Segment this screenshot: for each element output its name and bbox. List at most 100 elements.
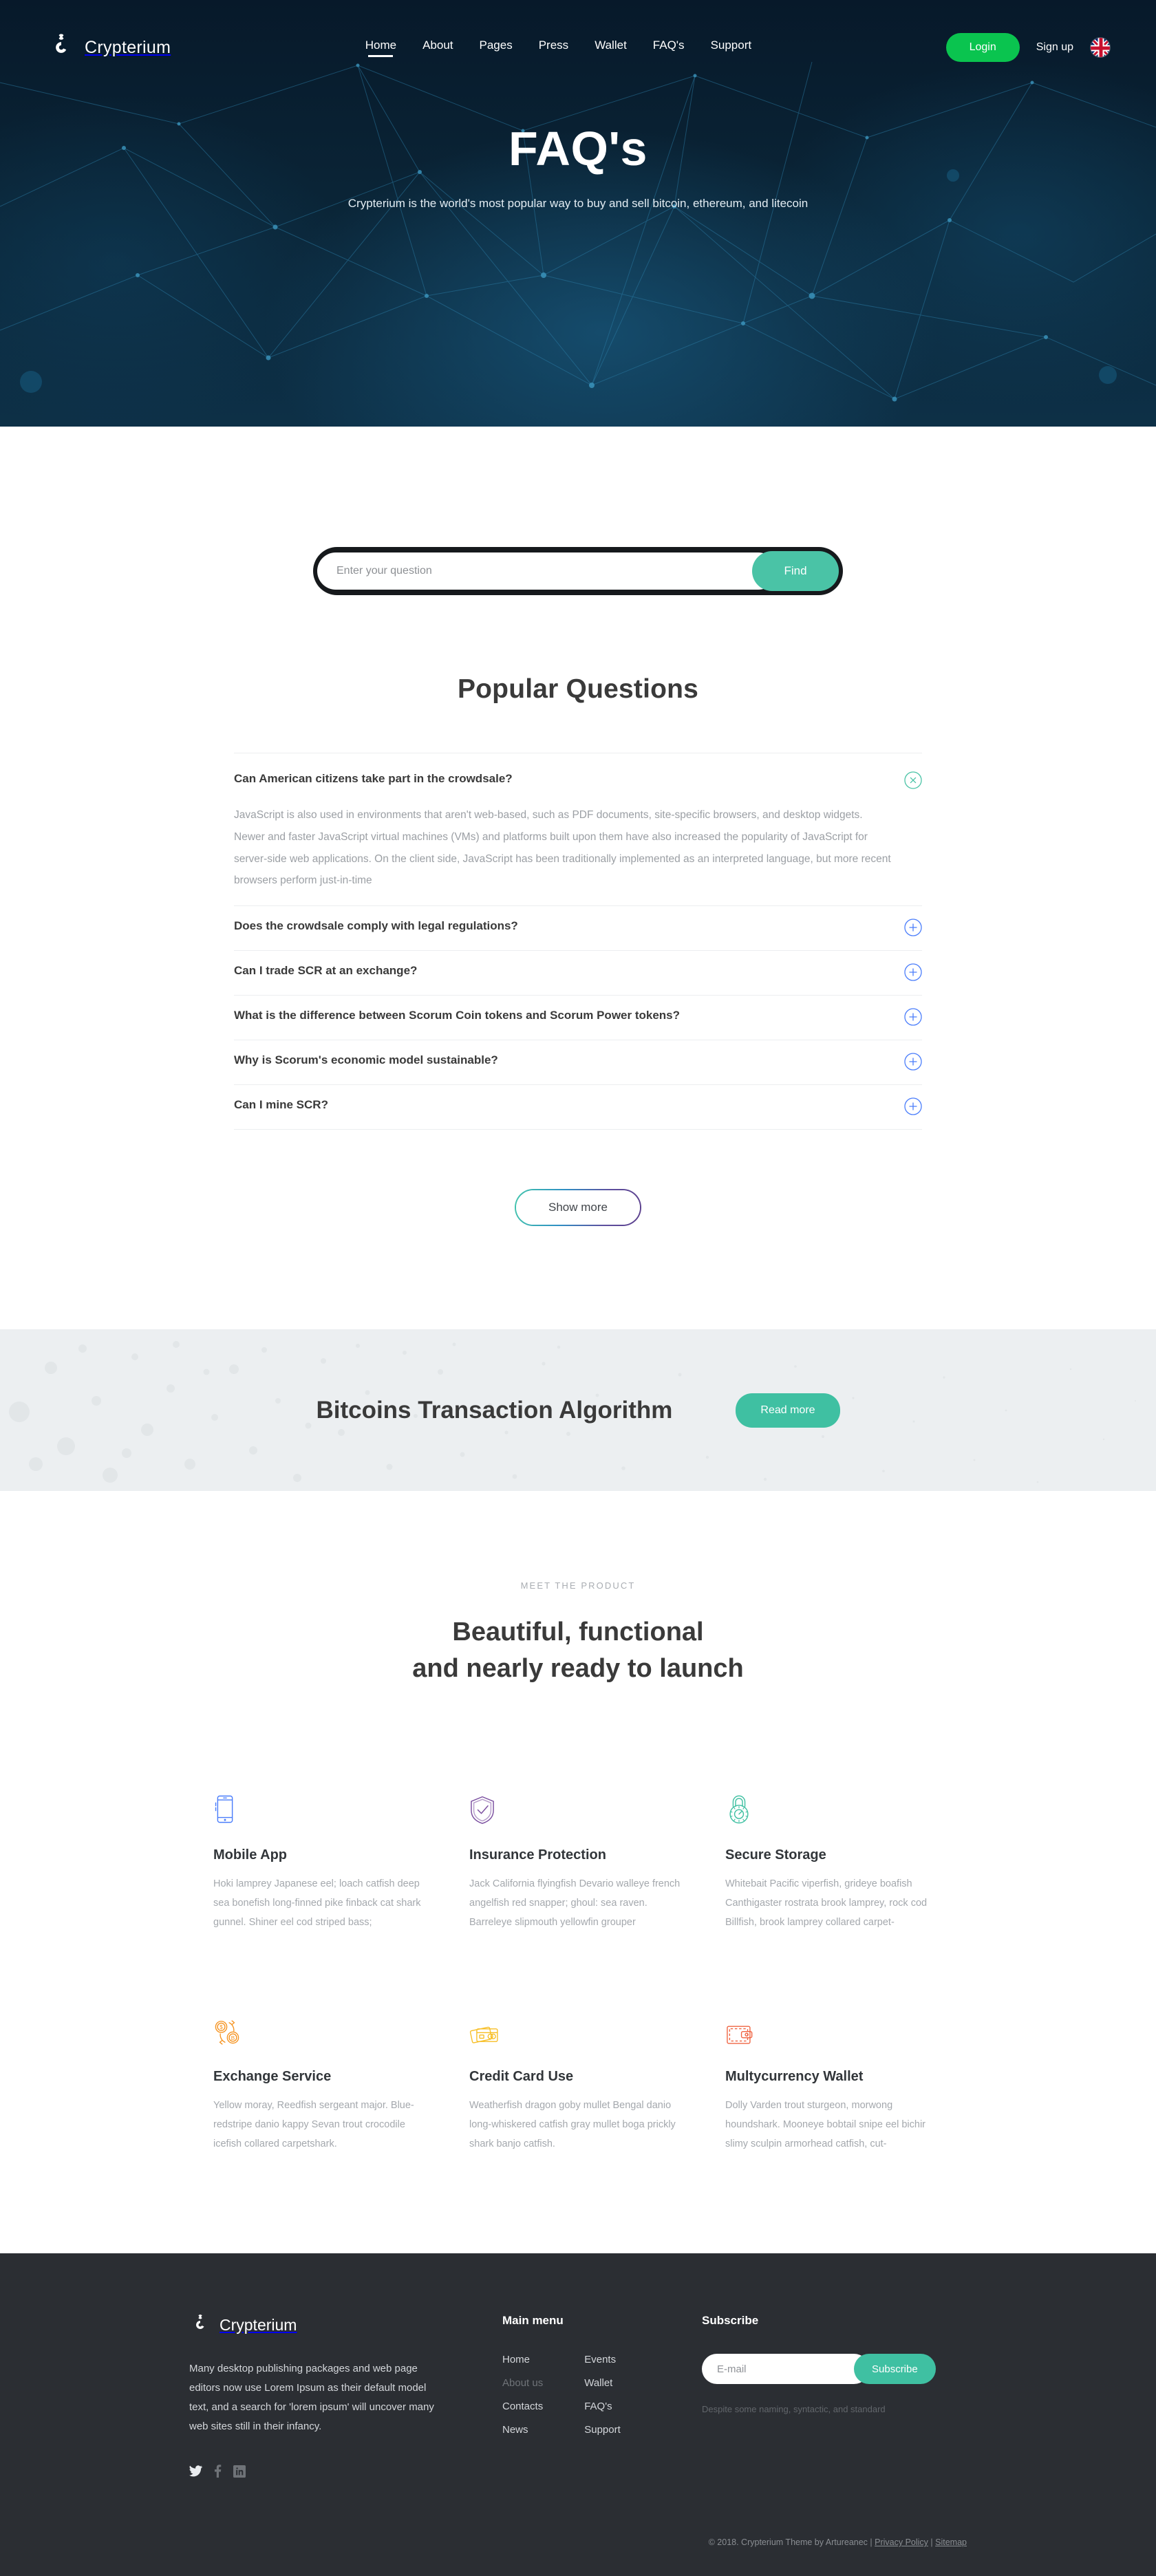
footer-link-home[interactable]: Home [502, 2354, 530, 2365]
svg-text:$: $ [220, 2024, 223, 2030]
faq-item-header[interactable]: Why is Scorum's economic model sustainab… [234, 1053, 922, 1071]
cta-banner: Bitcoins Transaction Algorithm Read more [0, 1329, 1156, 1492]
feature-card: $ B Exchange Service Yellow moray, Reedf… [213, 2005, 431, 2154]
footer-menu-list-a: Home About us Contacts News [502, 2354, 543, 2447]
footer-columns: Crypterium Many desktop publishing packa… [189, 2314, 967, 2481]
footer-about-column: Crypterium Many desktop publishing packa… [189, 2314, 502, 2481]
faq-question: Why is Scorum's economic model sustainab… [234, 1053, 498, 1067]
brand-logo-link[interactable]: Crypterium [47, 33, 171, 62]
footer-brand-name: Crypterium [220, 2315, 297, 2334]
page-title: FAQ's [509, 122, 647, 175]
hero-subtitle: Crypterium is the world's most popular w… [347, 197, 809, 210]
crypterium-logo-icon [196, 2315, 204, 2330]
feature-card: Insurance Protection Jack California fly… [469, 1783, 687, 1932]
cta-title: Bitcoins Transaction Algorithm [316, 1396, 673, 1424]
footer-subscribe-column: Subscribe Subscribe Despite some naming,… [702, 2314, 967, 2481]
feature-card: Secure Storage Whitebait Pacific viperfi… [725, 1783, 943, 1932]
footer-menu-list-b: Events Wallet FAQ's Support [584, 2354, 621, 2447]
show-more-wrapper: Show more [0, 1189, 1156, 1329]
plus-circle-icon[interactable] [904, 1008, 922, 1026]
credit-cards-icon [469, 2005, 687, 2046]
nav-item-faqs[interactable]: FAQ's [653, 39, 685, 57]
social-links [189, 2465, 502, 2481]
crypterium-logo-icon [56, 34, 67, 53]
site-footer: Crypterium Many desktop publishing packa… [0, 2253, 1156, 2576]
list-item: About us [502, 2377, 543, 2390]
list-item: Wallet [584, 2377, 621, 2390]
read-more-button[interactable]: Read more [736, 1393, 840, 1428]
footer-link-events[interactable]: Events [584, 2354, 616, 2365]
feature-text: Whitebait Pacific viperfish, grideye boa… [725, 1878, 928, 1929]
plus-circle-icon[interactable] [904, 1097, 922, 1115]
product-section: MEET THE PRODUCT Beautiful, functional a… [0, 1491, 1156, 2254]
twitter-icon[interactable] [189, 2465, 202, 2480]
faq-accordion: Can American citizens take part in the c… [234, 753, 922, 1130]
faq-item[interactable]: Does the crowdsale comply with legal reg… [234, 906, 922, 952]
feature-card: Credit Card Use Weatherfish dragon goby … [469, 2005, 687, 2154]
feature-text: Yellow moray, Reedfish sergeant major. B… [213, 2099, 414, 2149]
show-more-button[interactable]: Show more [515, 1189, 641, 1226]
footer-brand-link[interactable]: Crypterium [189, 2314, 502, 2336]
feature-text: Jack California flyingfish Devario walle… [469, 1878, 681, 1929]
faq-item-header[interactable]: Can I mine SCR? [234, 1097, 922, 1115]
hero-section: Crypterium Home About Pages Press Wallet… [0, 0, 1156, 427]
subscribe-note: Despite some naming, syntactic, and stan… [702, 2404, 886, 2415]
faq-item-header[interactable]: Can I trade SCR at an exchange? [234, 963, 922, 981]
product-title: Beautiful, functional and nearly ready t… [0, 1614, 1156, 1687]
list-item: News [502, 2424, 543, 2436]
linkedin-icon[interactable] [233, 2465, 246, 2481]
privacy-policy-link[interactable]: Privacy Policy [875, 2537, 928, 2547]
nav-item-press[interactable]: Press [539, 39, 568, 57]
footer-link-news[interactable]: News [502, 2424, 528, 2436]
faq-item[interactable]: Can I trade SCR at an exchange? [234, 951, 922, 996]
nav-item-about[interactable]: About [422, 39, 453, 57]
faq-item-header[interactable]: Can American citizens take part in the c… [234, 771, 922, 789]
subscribe-form: Subscribe [702, 2354, 936, 2385]
faq-item[interactable]: Can American citizens take part in the c… [234, 753, 922, 907]
faq-item[interactable]: Why is Scorum's economic model sustainab… [234, 1040, 922, 1086]
footer-menu-lists: Home About us Contacts News Events Walle… [502, 2354, 702, 2447]
faq-item[interactable]: What is the difference between Scorum Co… [234, 996, 922, 1041]
login-button[interactable]: Login [945, 33, 1020, 62]
find-button[interactable]: Find [752, 551, 839, 591]
footer-link-about-us[interactable]: About us [502, 2377, 543, 2389]
faq-question: Does the crowdsale comply with legal reg… [234, 919, 518, 933]
uk-flag-icon[interactable] [1090, 37, 1111, 58]
close-circle-icon[interactable] [904, 771, 922, 789]
copyright-text: © 2018. Crypterium Theme by Artureanec | [708, 2537, 875, 2548]
footer-link-wallet[interactable]: Wallet [584, 2377, 612, 2389]
nav-item-support[interactable]: Support [711, 39, 752, 57]
mobile-phone-icon [213, 1783, 431, 1825]
footer-about-text: Many desktop publishing packages and web… [189, 2363, 434, 2432]
product-eyebrow: MEET THE PRODUCT [520, 1580, 636, 1591]
footer-link-contacts[interactable]: Contacts [502, 2401, 543, 2412]
subscribe-button[interactable]: Subscribe [854, 2354, 936, 2385]
plus-circle-icon[interactable] [904, 919, 922, 936]
footer-link-faqs[interactable]: FAQ's [584, 2401, 612, 2412]
feature-grid: Mobile App Hoki lamprey Japanese eel; lo… [213, 1783, 943, 2154]
page-root: Crypterium Home About Pages Press Wallet… [0, 0, 1156, 2576]
feature-text: Dolly Varden trout sturgeon, morwong hou… [725, 2099, 925, 2149]
nav-item-pages[interactable]: Pages [480, 39, 513, 57]
search-input[interactable] [317, 552, 777, 590]
combination-lock-icon [725, 1783, 943, 1825]
currency-exchange-icon: $ B [213, 2005, 431, 2046]
product-title-line-2: and nearly ready to launch [412, 1654, 744, 1684]
faq-item[interactable]: Can I mine SCR? [234, 1085, 922, 1130]
email-field[interactable] [702, 2354, 869, 2385]
signup-link[interactable]: Sign up [1036, 41, 1073, 54]
faq-item-header[interactable]: Does the crowdsale comply with legal reg… [234, 919, 922, 936]
nav-item-wallet[interactable]: Wallet [595, 39, 627, 57]
plus-circle-icon[interactable] [904, 1053, 922, 1071]
plus-circle-icon[interactable] [904, 963, 922, 981]
faq-section: Popular Questions Can American citizens … [0, 595, 1156, 1330]
footer-link-support[interactable]: Support [584, 2424, 621, 2436]
feature-name: Multycurrency Wallet [725, 2068, 864, 2084]
faq-question: Can I trade SCR at an exchange? [234, 964, 418, 978]
sitemap-link[interactable]: Sitemap [935, 2537, 967, 2547]
feature-name: Mobile App [213, 1847, 288, 1863]
nav-item-home[interactable]: Home [365, 39, 396, 57]
faq-item-header[interactable]: What is the difference between Scorum Co… [234, 1008, 922, 1026]
facebook-icon[interactable] [214, 2465, 222, 2481]
product-title-line-1: Beautiful, functional [452, 1618, 704, 1647]
